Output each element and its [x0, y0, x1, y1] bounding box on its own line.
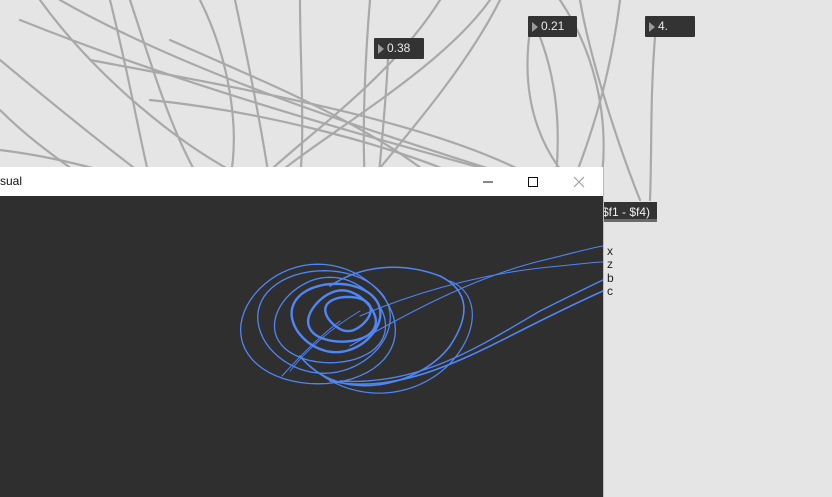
close-icon: [573, 176, 585, 187]
play-triangle-icon: [378, 43, 384, 54]
visual-window: sual: [0, 167, 604, 497]
number-box[interactable]: 0.21: [528, 16, 577, 37]
maximize-button[interactable]: [510, 167, 556, 196]
patch-cord: [38, 0, 262, 187]
window-title: sual: [0, 174, 23, 188]
attractor-loop: [257, 270, 391, 374]
patch-cord: [362, 0, 372, 187]
outlet-label-z: z: [607, 257, 613, 271]
patch-cord: [128, 0, 202, 182]
close-button[interactable]: [556, 167, 602, 196]
number-box[interactable]: 0.38: [374, 38, 424, 59]
patch-cord: [298, 0, 304, 182]
play-triangle-icon: [532, 21, 538, 32]
outlet-label-c: c: [607, 284, 613, 298]
patch-cord: [0, 108, 82, 177]
attractor-loop: [239, 263, 397, 385]
maximize-icon: [528, 176, 538, 187]
expression-text: $f1 - $f4): [602, 205, 651, 219]
expression-object[interactable]: $f1 - $f4): [596, 202, 657, 222]
attractor-tail: [339, 279, 603, 383]
minimize-icon: [483, 181, 493, 182]
number-box-value: 4.: [658, 19, 669, 33]
patch-cord: [648, 35, 657, 202]
play-triangle-icon: [649, 21, 655, 32]
attractor-lobe: [309, 280, 473, 394]
patch-cord: [258, 0, 442, 182]
number-box-value: 0.38: [387, 41, 411, 55]
window-titlebar[interactable]: sual: [0, 167, 603, 196]
minimize-button[interactable]: [465, 167, 511, 196]
number-box-value: 0.21: [541, 19, 565, 33]
attractor-plot: [239, 245, 603, 394]
number-box[interactable]: 4.: [645, 16, 695, 37]
